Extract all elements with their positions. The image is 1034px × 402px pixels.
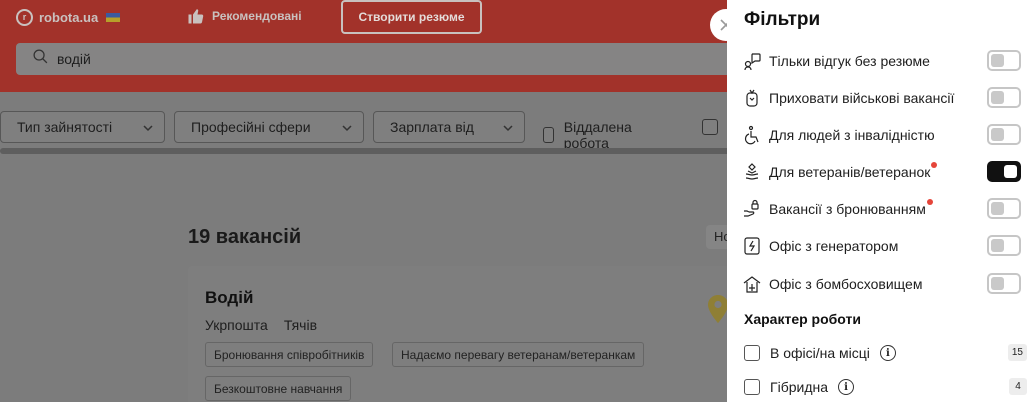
new-dot (926, 199, 933, 205)
hand-lock-icon (742, 199, 762, 219)
company-name[interactable]: Укрпошта (205, 317, 268, 333)
filter-veterans[interactable]: Для ветеранів/ветеранок (742, 160, 1027, 184)
filter-label: Тільки відгук без резюме (769, 53, 930, 69)
work-type-hybrid[interactable]: Гібридна i 4 (744, 376, 1027, 398)
filter-label: Офіс з генератором (769, 238, 899, 254)
remote-work-checkbox[interactable]: Віддалена робота (543, 119, 637, 151)
search-icon (32, 48, 49, 70)
filter-label: Вакансії з бронюванням (769, 199, 933, 217)
vacancy-company-row: Укрпошта Тячів (205, 317, 317, 333)
remote-work-label: Віддалена робота (563, 119, 632, 151)
info-icon[interactable]: i (879, 345, 896, 361)
filter-label: Для ветеранів/ветеранок (769, 162, 938, 180)
filter-disability[interactable]: Для людей з інвалідністю (742, 123, 1027, 147)
filter-label-text: Вакансії з бронюванням (769, 201, 926, 217)
toggle-switch[interactable] (987, 50, 1021, 71)
drawer-title: Фільтри (744, 9, 821, 30)
recommended-link[interactable]: Рекомендовані (186, 6, 302, 26)
speech-bubble-icon (742, 51, 762, 71)
search-input[interactable]: водій (16, 43, 746, 75)
professional-areas-label: Професійні сфери (191, 119, 311, 135)
vacancy-tag: Бронювання співробітників (205, 342, 374, 367)
toggle-switch[interactable] (987, 273, 1021, 294)
checkbox[interactable] (744, 345, 760, 361)
generator-icon (742, 236, 762, 256)
new-dot (931, 162, 938, 168)
work-type-title: Характер роботи (744, 311, 861, 327)
vacancy-title[interactable]: Водій (205, 288, 253, 308)
filter-label-text: Для ветеранів/ветеранок (769, 164, 931, 180)
veteran-badge-icon (742, 162, 762, 182)
employment-type-label: Тип зайнятості (17, 119, 113, 135)
search-value: водій (57, 51, 91, 67)
filter-hide-military[interactable]: Приховати військові вакансії (742, 86, 1027, 110)
military-tag-icon (742, 88, 762, 108)
toggle-switch[interactable] (987, 87, 1021, 108)
vacancy-tag: Надаємо перевагу ветеранам/ветеранкам (392, 342, 645, 367)
count-badge: 4 (1009, 378, 1027, 395)
toggle-switch[interactable] (987, 235, 1021, 256)
next-filter-checkbox[interactable] (702, 119, 718, 135)
map-pin-icon (708, 295, 728, 323)
count-badge: 15 (1007, 344, 1027, 361)
work-type-label: В офісі/на місці (770, 345, 870, 361)
filter-label: Для людей з інвалідністю (769, 127, 935, 143)
chevron-down-icon (503, 125, 513, 132)
filter-shelter[interactable]: Офіс з бомбосховищем (742, 272, 1027, 296)
work-type-label: Гібридна (770, 379, 829, 395)
toggle-switch[interactable] (987, 198, 1021, 219)
city-name: Тячів (283, 317, 318, 333)
chevron-down-icon (143, 125, 153, 132)
filters-scrollbar[interactable] (0, 148, 740, 154)
salary-from-label: Зарплата від (390, 119, 474, 135)
wheelchair-icon (742, 125, 762, 145)
ukraine-flag-icon (106, 12, 121, 22)
professional-areas-select[interactable]: Професійні сфери (174, 111, 364, 143)
salary-from-select[interactable]: Зарплата від (373, 111, 525, 143)
filter-reservation[interactable]: Вакансії з бронюванням (742, 197, 1027, 221)
vacancies-count: 19 вакансій (188, 226, 302, 248)
filter-label: Офіс з бомбосховищем (769, 276, 923, 292)
employment-type-select[interactable]: Тип зайнятості (0, 111, 165, 143)
filter-generator[interactable]: Офіс з генератором (742, 234, 1027, 258)
filters-drawer: Фільтри Тільки відгук без резюме Прихова… (727, 0, 1034, 402)
logo-text: robota.ua (39, 9, 99, 25)
vacancy-card[interactable]: Водій Укрпошта Тячів Бронювання співробі… (188, 266, 748, 402)
filter-label: Приховати військові вакансії (769, 90, 955, 106)
checkbox[interactable] (744, 379, 760, 395)
chevron-down-icon (342, 125, 352, 132)
thumbs-up-icon (186, 6, 206, 26)
work-type-office[interactable]: В офісі/на місці i 15 (744, 342, 1027, 364)
toggle-switch[interactable] (987, 124, 1021, 145)
filter-no-cv-response[interactable]: Тільки відгук без резюме (742, 49, 1027, 73)
shelter-icon (742, 274, 762, 294)
remote-work-box[interactable] (543, 127, 554, 143)
vacancy-tag: Безкоштовне навчання (205, 376, 352, 401)
info-icon[interactable]: i (838, 379, 855, 395)
toggle-switch[interactable] (987, 161, 1021, 182)
create-cv-button[interactable]: Створити резюме (341, 0, 482, 34)
recommended-label: Рекомендовані (212, 9, 302, 23)
site-logo[interactable]: r robota.ua (16, 8, 121, 26)
logo-icon: r (16, 8, 33, 26)
